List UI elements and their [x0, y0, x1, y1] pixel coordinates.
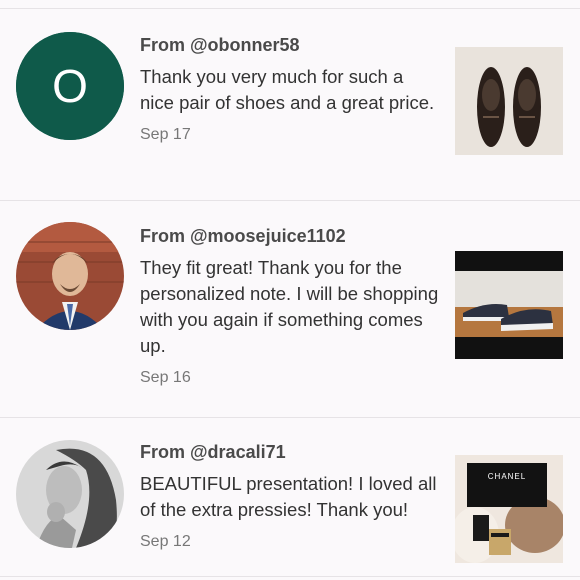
top-divider: [0, 8, 580, 9]
review-date: Sep 17: [140, 126, 191, 143]
review-date: Sep 12: [140, 533, 191, 550]
product-thumbnail-chanel-box[interactable]: CHANEL: [455, 455, 563, 563]
avatar-dracali71[interactable]: [16, 440, 124, 548]
review-author[interactable]: From @dracali71: [140, 441, 440, 463]
avatar-letter: O: [52, 60, 88, 112]
review-message: They fit great! Thank you for the person…: [140, 257, 439, 356]
product-thumbnail-loafers[interactable]: [455, 47, 563, 155]
review-message: Thank you very much for such a nice pair…: [140, 66, 435, 113]
review-date: Sep 16: [140, 369, 191, 386]
avatar-moosejuice1102[interactable]: [16, 222, 124, 330]
avatar-obonner58[interactable]: O: [16, 32, 124, 140]
review-author[interactable]: From @obonner58: [140, 34, 440, 56]
review-divider: [0, 576, 580, 577]
product-thumbnail-sneakers[interactable]: [455, 251, 563, 359]
review-divider: [0, 417, 580, 418]
review-message: BEAUTIFUL presentation! I loved all of t…: [140, 473, 437, 520]
review-author[interactable]: From @moosejuice1102: [140, 225, 440, 247]
review-divider: [0, 200, 580, 201]
chanel-logo-text: CHANEL: [488, 472, 526, 481]
